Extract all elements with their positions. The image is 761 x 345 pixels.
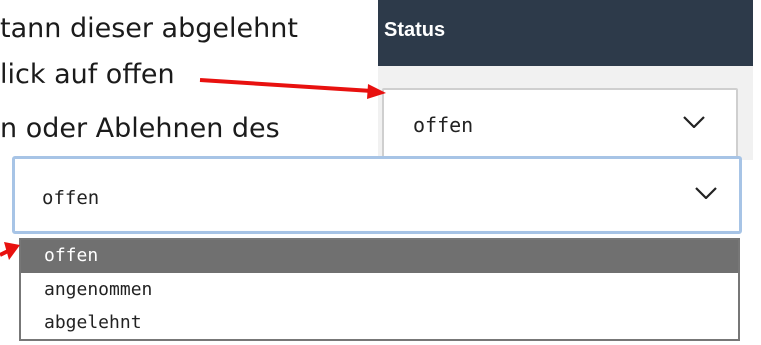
instruction-line-2: lick auf offen [0,59,175,90]
dropdown-option-angenommen[interactable]: angenommen [21,274,738,307]
status-select-value: offen [413,113,474,137]
status-column-header: Status [378,0,753,66]
annotation-arrow [199,78,386,99]
status-select[interactable]: offen [382,88,738,158]
status-dropdown-select[interactable]: offen [12,156,742,234]
chevron-down-icon [683,116,705,128]
instruction-line-3: n oder Ablehnen des [0,113,280,144]
dropdown-select-value: offen [42,187,100,209]
dropdown-option-offen[interactable]: offen [21,240,738,273]
dropdown-option-abgelehnt[interactable]: abgelehnt [21,307,738,340]
dropdown-options-list: offen angenommen abgelehnt [19,238,740,341]
annotation-arrow [0,242,20,260]
instruction-line-1: tann dieser abgelehnt [0,13,298,44]
chevron-down-icon [695,187,717,199]
